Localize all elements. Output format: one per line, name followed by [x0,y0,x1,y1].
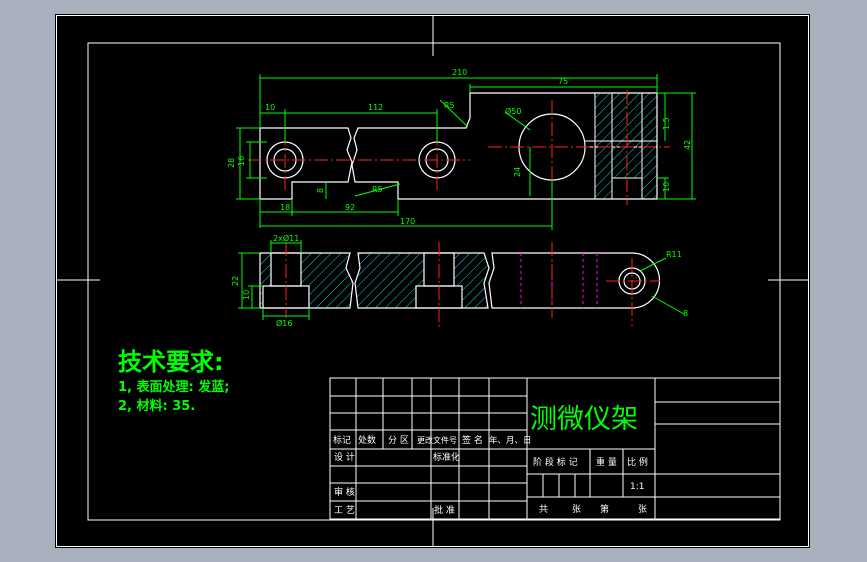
label-sheets-2: 张 [638,504,647,515]
dim-1-5: 1.5 [662,117,671,130]
part-name: 测微仪架 [530,404,638,435]
dim-112: 112 [368,103,383,112]
dim-r5-lower: R5 [372,185,383,194]
tech-heading: 技术要求: [118,348,224,376]
dim-dia50: Ø50 [505,106,521,116]
cad-drawing-canvas: 210 75 10 112 R5 Ø50 28 16 18 8 92 R5 17… [55,14,810,548]
dim-210: 210 [452,68,467,77]
label-weight: 重 量 [596,456,617,468]
label-no: 第 [600,503,609,515]
dim-dia16: Ø16 [276,318,292,328]
dim-10-right: 10 [662,182,671,192]
tech-line-1: 1, 表面处理: 发蓝; [118,379,229,395]
label-stage-mark: 阶 段 标 记 [533,456,578,468]
dim-22: 22 [231,276,240,286]
label-date: 年、月、日 [489,435,532,446]
dim-75: 75 [558,77,568,86]
label-change-doc: 更改文件号 [417,435,457,445]
dim-10: 10 [265,103,275,112]
dim-18: 18 [280,203,290,212]
dim-8-thick: 8 [683,309,688,318]
tech-line-2: 2, 材料: 35. [118,398,195,414]
label-standardize: 标准化 [433,451,460,463]
label-total: 共 [539,504,548,515]
label-scale: 比 例 [627,456,648,468]
label-approve: 批 准 [434,504,455,516]
dim-2x-dia11: 2xØ11 [273,233,299,243]
dim-10-bottom: 10 [242,290,251,300]
label-process: 工 艺 [334,505,355,516]
dim-24: 24 [513,167,522,177]
label-review: 审 核 [334,486,355,498]
label-zone: 分 区 [388,435,409,446]
dim-42: 42 [683,140,692,150]
dim-16: 16 [237,156,246,166]
dim-r11: R11 [666,250,682,259]
dim-170: 170 [400,217,415,226]
label-design: 设 计 [334,451,355,463]
label-sign: 签 名 [462,434,483,446]
revision-row-labels: 标记 处数 分 区 更改文件号 签 名 年、月、日 [333,434,532,446]
dim-r5-notch: R5 [444,101,455,110]
dim-92: 92 [345,203,355,212]
label-sheets-1: 张 [572,504,581,515]
scale-value: 1:1 [630,482,644,492]
dim-28: 28 [227,158,236,168]
label-count: 处数 [358,434,376,446]
label-mark: 标记 [333,434,351,446]
dim-8: 8 [316,188,325,193]
